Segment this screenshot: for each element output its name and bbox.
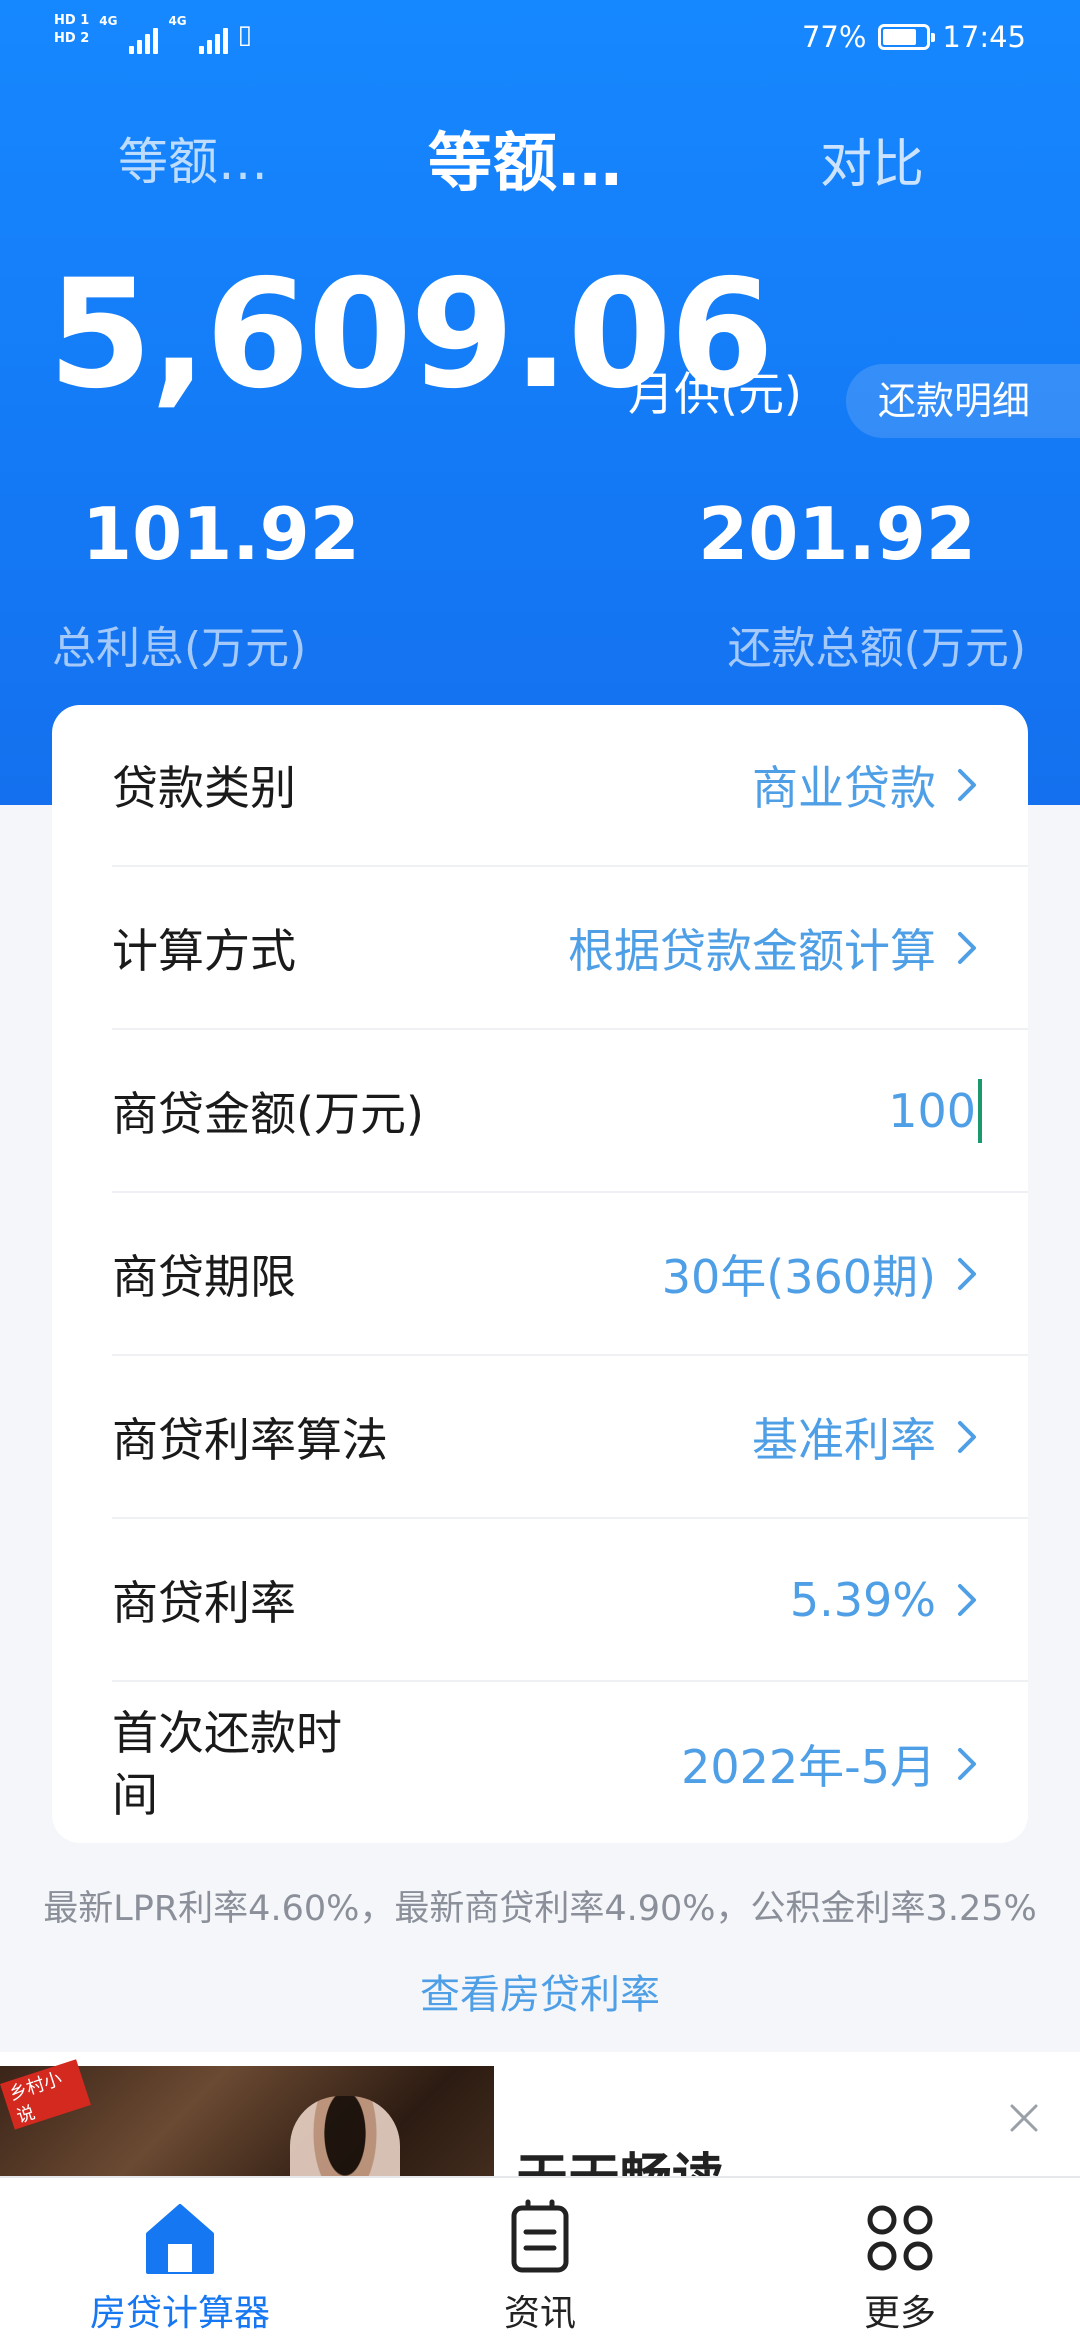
total-interest-value: 101.92 [82,492,360,576]
signal-icon [129,22,159,54]
tab-compare[interactable]: 对比 [820,122,924,197]
nav-label: 资讯 [503,2293,576,2334]
loan-term-value: 30年(360期) [661,1250,936,1304]
row-rate-method[interactable]: 商贷利率算法 基准利率 [112,1357,1028,1519]
battery-icon [878,24,936,50]
sim2-label: HD 2 [54,31,90,46]
ad-figure [290,2096,400,2176]
chevron-right-icon [958,769,976,801]
network-type: 4G [99,14,118,28]
first-payment-label: 首次还款时间 [112,1706,342,1822]
summary-header: HD 1 HD 2 4G 4G ▯ 77% 17:45 等额… 等额… 对比 5… [0,0,1080,805]
tab-equal-principal-interest[interactable]: 等额… [118,122,268,194]
row-calc-method[interactable]: 计算方式 根据贷款金额计算 [112,868,1028,1030]
rate-method-value: 基准利率 [752,1413,936,1467]
tab-equal-principal[interactable]: 等额… [428,112,623,204]
grid-icon [867,2205,933,2271]
loan-form-card: 贷款类别 商业贷款 计算方式 根据贷款金额计算 商贷金额(万元) 商贷期限 30… [52,705,1028,1843]
latest-rates-info: 最新LPR利率4.60%，最新商贷利率4.90%，公积金利率3.25% [43,1889,1037,1929]
ad-badge: 乡村小说 [0,2059,91,2130]
ad-banner[interactable]: 乡村小说 天天畅读 [0,2052,1080,2176]
first-payment-value: 2022年-5月 [681,1740,936,1794]
row-rate[interactable]: 商贷利率 5.39% [112,1520,1028,1682]
nav-label: 房贷计算器 [89,2293,270,2334]
rate-label: 商贷利率 [112,1576,296,1630]
row-loan-type[interactable]: 贷款类别 商业贷款 [112,705,1028,867]
nav-more[interactable]: 更多 [720,2178,1080,2340]
repayment-detail-button[interactable]: 还款明细 [846,364,1080,438]
loan-term-label: 商贷期限 [112,1250,296,1304]
row-loan-term[interactable]: 商贷期限 30年(360期) [112,1194,1028,1356]
loan-amount-label: 商贷金额(万元) [112,1087,424,1141]
chevron-right-icon [958,1584,976,1616]
loan-amount-input[interactable] [676,1084,976,1138]
status-bar: HD 1 HD 2 4G 4G ▯ 77% 17:45 [0,0,1080,72]
chevron-right-icon [958,1258,976,1290]
sim1-label: HD 1 [54,13,90,28]
ad-title[interactable]: 天天畅读 [516,2136,724,2176]
chevron-right-icon [958,932,976,964]
bottom-navigation: 房贷计算器 资讯 更多 [0,2176,1080,2340]
signal-icon-2 [198,22,228,54]
calc-method-label: 计算方式 [112,924,296,978]
text-cursor [978,1079,982,1143]
total-interest-label: 总利息(万元) [52,623,307,674]
ad-image[interactable]: 乡村小说 [0,2059,494,2176]
total-repayment-label: 还款总额(万元) [727,623,1026,674]
nav-news[interactable]: 资讯 [360,2178,720,2340]
sim-labels: HD 1 HD 2 [54,14,89,46]
house-icon [146,2204,214,2274]
rate-method-label: 商贷利率算法 [112,1413,388,1467]
loan-type-value: 商业贷款 [752,761,936,815]
nav-mortgage-calculator[interactable]: 房贷计算器 [0,2178,360,2340]
battery-percent: 77% [801,20,867,54]
close-icon[interactable] [1004,2098,1044,2138]
vibrate-icon: ▯ [237,20,252,50]
total-repayment-value: 201.92 [698,492,976,576]
battery-fill [883,29,916,45]
monthly-payment-label: 月供(元) [628,367,802,421]
view-mortgage-rates-link[interactable]: 查看房贷利率 [0,1962,1080,2020]
nav-label: 更多 [863,2293,936,2334]
network-type-2: 4G [168,14,187,28]
rate-value: 5.39% [789,1573,936,1627]
row-first-payment[interactable]: 首次还款时间 2022年-5月 [112,1683,1028,1845]
document-icon [511,2199,569,2273]
loan-type-label: 贷款类别 [112,761,296,815]
clock: 17:45 [942,20,1026,54]
status-left: HD 1 HD 2 4G 4G ▯ [54,14,252,54]
row-loan-amount: 商贷金额(万元) [112,1031,1028,1193]
calc-method-value: 根据贷款金额计算 [568,924,936,978]
chevron-right-icon [958,1748,976,1780]
chevron-right-icon [958,1421,976,1453]
status-right: 77% 17:45 [802,20,1026,54]
